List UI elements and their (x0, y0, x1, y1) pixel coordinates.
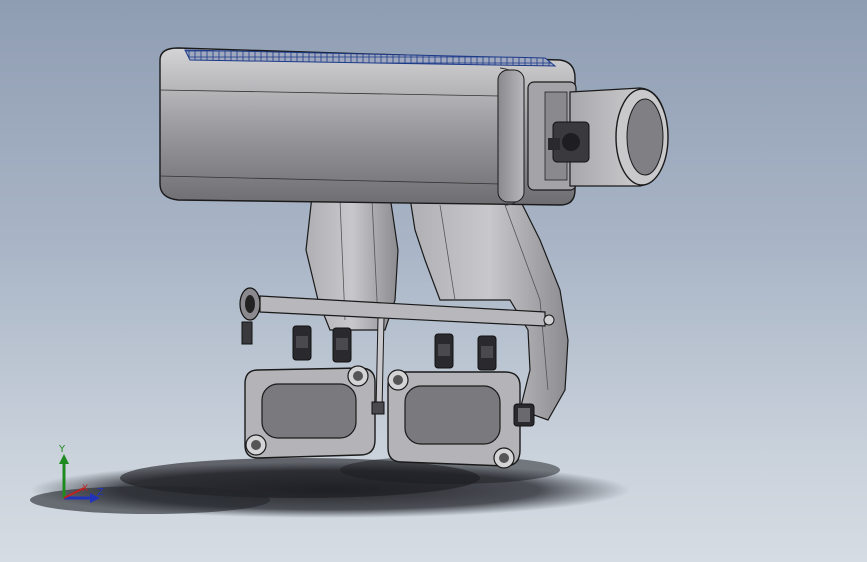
injector-2[interactable] (332, 327, 352, 363)
flange-right[interactable] (387, 369, 535, 469)
flange-left[interactable] (244, 365, 385, 459)
plenum-box[interactable] (159, 47, 576, 206)
throttle-body[interactable] (527, 81, 669, 191)
injector-1[interactable] (292, 325, 312, 361)
injector-3[interactable] (434, 333, 454, 369)
floor-shadow (30, 456, 630, 518)
injector-4[interactable] (477, 335, 497, 371)
cad-viewport[interactable]: Y X Z (0, 0, 867, 562)
triad-z-label: Z (97, 487, 104, 498)
triad-y-label: Y (59, 444, 66, 455)
coordinate-triad: Y X Z (50, 440, 110, 510)
triad-x-label: X (82, 484, 89, 494)
intake-manifold-model[interactable] (0, 0, 867, 562)
